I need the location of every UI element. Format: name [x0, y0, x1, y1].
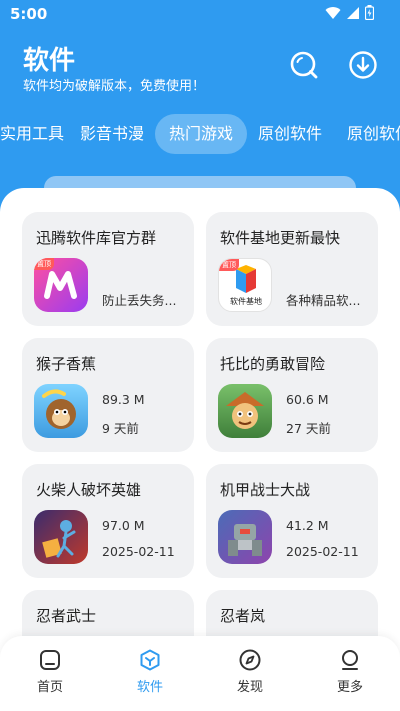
nav-discover[interactable]: 发现	[210, 648, 290, 695]
pinned-badge: 置顶	[34, 258, 54, 270]
app-icon	[218, 510, 272, 564]
monkey-icon	[42, 389, 76, 429]
nav-software[interactable]: 软件	[110, 648, 190, 695]
app-title: 忍者岚	[220, 607, 266, 625]
apps-cube-icon	[140, 649, 160, 671]
profile-icon	[342, 650, 358, 670]
app-title: 托比的勇敢冒险	[220, 355, 326, 373]
adventurer-icon	[226, 392, 264, 429]
category-tabs: 实用工具 影音书漫 热门游戏 原创软件 原创软件	[0, 114, 400, 158]
nav-more[interactable]: 更多	[310, 648, 390, 695]
tab-original-2[interactable]: 原创软件	[333, 114, 400, 154]
bottom-navigation: 首页 软件 发现 更多	[0, 636, 400, 711]
nav-label: 首页	[36, 680, 63, 695]
app-icon: 置顶 软件基地	[218, 258, 272, 312]
compass-icon	[239, 649, 261, 671]
app-description: 防止丢失务...	[102, 293, 177, 308]
content-sheet: 迅腾软件库官方群 置顶 防止丢失务... 软件基地更新最快 置顶 软件基地 各种…	[0, 188, 400, 711]
page-subtitle: 软件均为破解版本，免费使用！	[23, 79, 206, 94]
app-size: 41.2 M	[286, 518, 329, 533]
app-card[interactable]: 托比的勇敢冒险 60.6 M 27 天前	[206, 338, 378, 452]
app-title: 迅腾软件库官方群	[36, 229, 157, 247]
app-icon	[218, 384, 272, 438]
app-date: 9 天前	[102, 421, 139, 436]
app-date: 2025-02-11	[102, 544, 175, 559]
status-bar: 5:00	[0, 0, 400, 28]
search-icon	[290, 51, 318, 79]
status-time: 5:00	[10, 5, 48, 23]
wifi-icon	[325, 6, 341, 19]
home-icon	[40, 650, 60, 670]
tab-original[interactable]: 原创软件	[244, 114, 336, 154]
battery-icon	[365, 5, 374, 20]
download-icon	[349, 51, 377, 79]
app-card[interactable]: 机甲战士大战 41.2 M 2025-02-11	[206, 464, 378, 578]
app-card[interactable]: 火柴人破坏英雄 97.0 M 2025-02-11	[22, 464, 194, 578]
nav-label: 更多	[336, 680, 363, 695]
app-title: 机甲战士大战	[220, 481, 311, 499]
icon-caption: 软件基地	[230, 297, 262, 306]
app-title: 忍者武士	[36, 607, 97, 625]
app-card[interactable]: 迅腾软件库官方群 置顶 防止丢失务...	[22, 212, 194, 326]
app-title: 火柴人破坏英雄	[36, 481, 142, 499]
nav-home[interactable]: 首页	[10, 648, 90, 695]
app-card[interactable]: 猴子香蕉 89.3 M 9 天前	[22, 338, 194, 452]
download-button[interactable]	[346, 48, 380, 82]
app-icon: 置顶	[34, 258, 88, 312]
app-date: 27 天前	[286, 421, 331, 436]
app-title: 软件基地更新最快	[220, 229, 341, 247]
app-size: 97.0 M	[102, 518, 145, 533]
app-size: 89.3 M	[102, 392, 145, 407]
nav-label: 发现	[236, 680, 263, 695]
app-description: 各种精品软...	[286, 293, 361, 308]
tab-hot-games[interactable]: 热门游戏	[155, 114, 248, 154]
app-title: 猴子香蕉	[36, 355, 97, 373]
app-size: 60.6 M	[286, 392, 329, 407]
app-icon	[34, 510, 88, 564]
tab-media[interactable]: 影音书漫	[66, 114, 158, 154]
signal-icon	[347, 6, 359, 19]
app-date: 2025-02-11	[286, 544, 359, 559]
search-button[interactable]	[287, 48, 321, 82]
mech-icon	[228, 524, 262, 556]
pinned-badge: 置顶	[219, 259, 239, 271]
stickman-icon	[42, 520, 76, 558]
nav-label: 软件	[136, 680, 163, 695]
page-title: 软件	[23, 46, 76, 76]
app-icon	[34, 384, 88, 438]
app-card[interactable]: 软件基地更新最快 置顶 软件基地 各种精品软...	[206, 212, 378, 326]
